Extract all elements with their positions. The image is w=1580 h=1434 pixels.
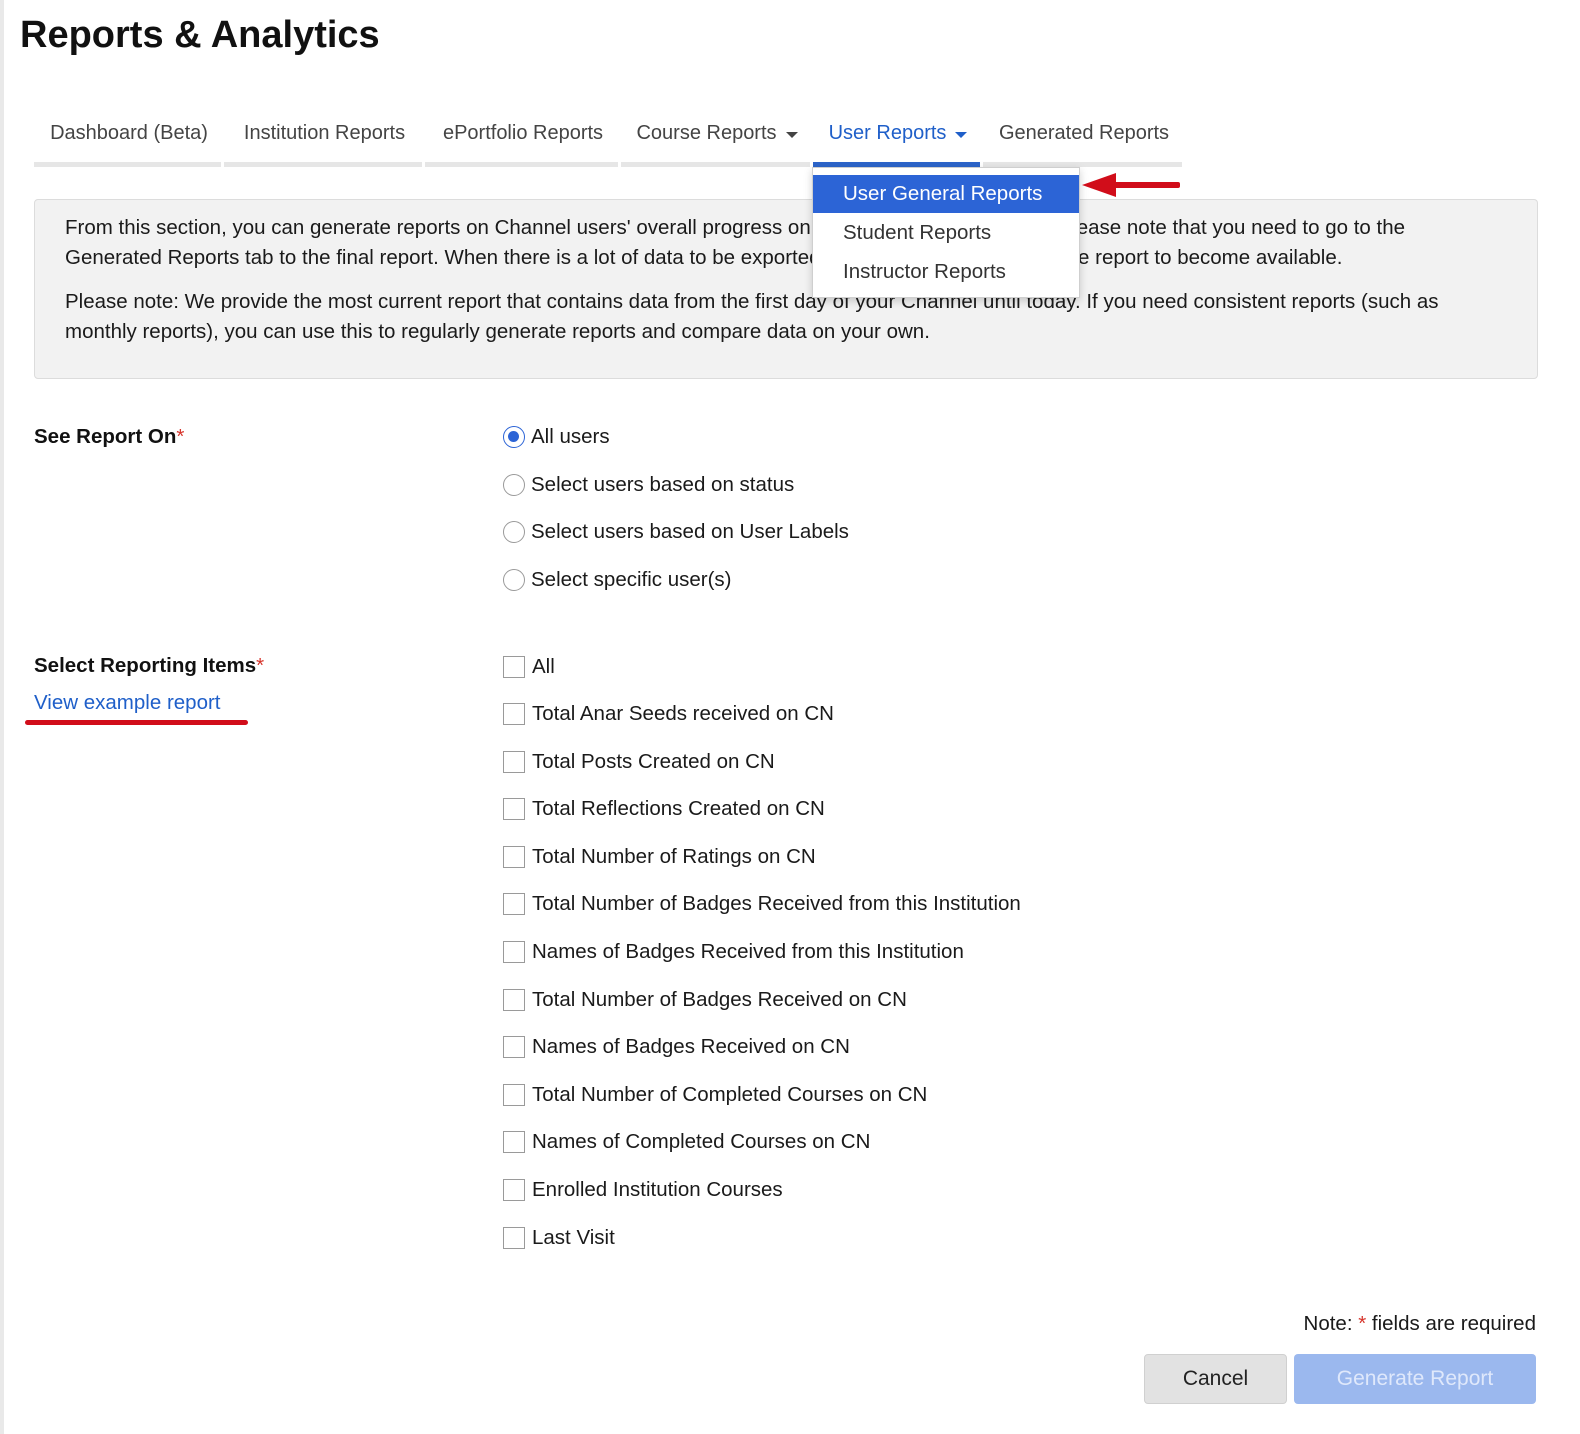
checkbox[interactable] <box>503 751 525 773</box>
label-text: Select Reporting Items <box>34 654 257 677</box>
checkbox-label: Total Number of Completed Courses on CN <box>532 1083 928 1106</box>
checkbox-label: Enrolled Institution Courses <box>532 1178 783 1201</box>
checkbox[interactable] <box>503 1227 525 1249</box>
tab-label: Institution Reports <box>243 122 406 144</box>
note-text: fields are required <box>1366 1312 1536 1335</box>
radio-label: All users <box>531 425 610 448</box>
checkbox-label: Names of Badges Received on CN <box>532 1035 850 1058</box>
tab-eportfolio-reports[interactable]: ePortfolio Reports <box>425 105 621 167</box>
radio-button[interactable] <box>503 521 525 543</box>
select-reporting-items-label: Select Reporting Items* <box>34 654 264 678</box>
checkbox[interactable] <box>503 1084 525 1106</box>
caret-down-icon <box>955 132 968 138</box>
radio-users-by-labels[interactable]: Select users based on User Labels <box>503 519 849 545</box>
radio-all-users[interactable]: All users <box>503 424 610 450</box>
checkbox-item[interactable]: Total Posts Created on CN <box>503 749 775 775</box>
required-mark: * <box>176 425 185 448</box>
checkbox-item[interactable]: Total Number of Ratings on CN <box>503 844 816 870</box>
tab-institution-reports[interactable]: Institution Reports <box>224 105 425 167</box>
checkbox-item[interactable]: All <box>503 654 555 680</box>
report-tabs: Dashboard (Beta) Institution Reports ePo… <box>34 105 1185 167</box>
required-mark: * <box>1358 1312 1367 1335</box>
checkbox-item[interactable]: Last Visit <box>503 1225 615 1251</box>
checkbox[interactable] <box>503 798 525 820</box>
note-text: Note: <box>1303 1312 1359 1335</box>
checkbox[interactable] <box>503 941 525 963</box>
checkbox[interactable] <box>503 893 525 915</box>
checkbox[interactable] <box>503 989 525 1011</box>
checkbox-label: Total Number of Badges Received on CN <box>532 988 907 1011</box>
checkbox-label: Total Number of Badges Received from thi… <box>532 892 1021 915</box>
tab-user-reports[interactable]: User Reports <box>813 105 983 167</box>
menu-item-instructor-reports[interactable]: Instructor Reports <box>813 253 1079 291</box>
checkbox[interactable] <box>503 656 525 678</box>
user-reports-dropdown: User General Reports Student Reports Ins… <box>812 167 1080 298</box>
radio-button[interactable] <box>503 426 525 448</box>
checkbox-item[interactable]: Total Number of Badges Received on CN <box>503 987 907 1013</box>
info-paragraph: From this section, you can generate repo… <box>65 216 1405 269</box>
radio-label: Select specific user(s) <box>531 568 732 591</box>
info-box: From this section, you can generate repo… <box>34 199 1538 379</box>
checkbox-item[interactable]: Names of Completed Courses on CN <box>503 1129 870 1155</box>
checkbox-label: Total Number of Ratings on CN <box>532 845 816 868</box>
radio-button[interactable] <box>503 569 525 591</box>
checkbox-item[interactable]: Total Reflections Created on CN <box>503 796 825 822</box>
checkbox-item[interactable]: Names of Badges Received from this Insti… <box>503 939 964 965</box>
tab-label: ePortfolio Reports <box>442 122 604 144</box>
checkbox-label: Total Anar Seeds received on CN <box>532 702 834 725</box>
tab-dashboard-beta[interactable]: Dashboard (Beta) <box>34 105 224 167</box>
page-title: Reports & Analytics <box>20 14 380 56</box>
cancel-button[interactable]: Cancel <box>1144 1354 1287 1404</box>
menu-item-student-reports[interactable]: Student Reports <box>813 214 1079 252</box>
tab-course-reports[interactable]: Course Reports <box>621 105 813 167</box>
checkbox-label: Names of Completed Courses on CN <box>532 1130 871 1153</box>
menu-item-user-general-reports[interactable]: User General Reports <box>813 175 1079 213</box>
red-underline-annotation <box>25 720 248 725</box>
checkbox-item[interactable]: Names of Badges Received on CN <box>503 1034 850 1060</box>
info-paragraph: Please note: We provide the most current… <box>65 290 1439 343</box>
checkbox-item[interactable]: Total Number of Badges Received from thi… <box>503 891 1021 917</box>
checkbox[interactable] <box>503 1131 525 1153</box>
checkbox[interactable] <box>503 703 525 725</box>
radio-users-by-status[interactable]: Select users based on status <box>503 472 794 498</box>
view-example-report-link[interactable]: View example report <box>34 691 221 715</box>
checkbox-item[interactable]: Enrolled Institution Courses <box>503 1177 783 1203</box>
checkbox-label: Total Reflections Created on CN <box>532 797 825 820</box>
page-left-border <box>0 0 4 1434</box>
tab-label: Dashboard (Beta) <box>50 122 208 144</box>
required-mark: * <box>256 654 265 677</box>
checkbox[interactable] <box>503 1036 525 1058</box>
tab-label: User Reports <box>828 122 947 144</box>
red-arrow-icon <box>1082 173 1180 197</box>
tab-generated-reports[interactable]: Generated Reports <box>983 105 1185 167</box>
see-report-on-label: See Report On* <box>34 425 184 449</box>
radio-label: Select users based on status <box>531 473 795 496</box>
caret-down-icon <box>785 132 798 138</box>
tab-label: Generated Reports <box>998 122 1170 144</box>
radio-specific-users[interactable]: Select specific user(s) <box>503 567 732 593</box>
checkbox-item[interactable]: Total Number of Completed Courses on CN <box>503 1082 927 1108</box>
checkbox-label: All <box>532 655 555 678</box>
required-fields-note: Note: * fields are required <box>1304 1312 1536 1336</box>
checkbox-label: Last Visit <box>532 1226 615 1249</box>
radio-button[interactable] <box>503 474 525 496</box>
checkbox-label: Names of Badges Received from this Insti… <box>532 940 964 963</box>
label-text: See Report On <box>34 425 177 448</box>
generate-report-button[interactable]: Generate Report <box>1294 1354 1536 1404</box>
checkbox[interactable] <box>503 846 525 868</box>
checkbox-item[interactable]: Total Anar Seeds received on CN <box>503 701 834 727</box>
radio-label: Select users based on User Labels <box>531 520 849 543</box>
checkbox-label: Total Posts Created on CN <box>532 750 775 773</box>
tab-label: Course Reports <box>636 122 777 144</box>
checkbox[interactable] <box>503 1179 525 1201</box>
